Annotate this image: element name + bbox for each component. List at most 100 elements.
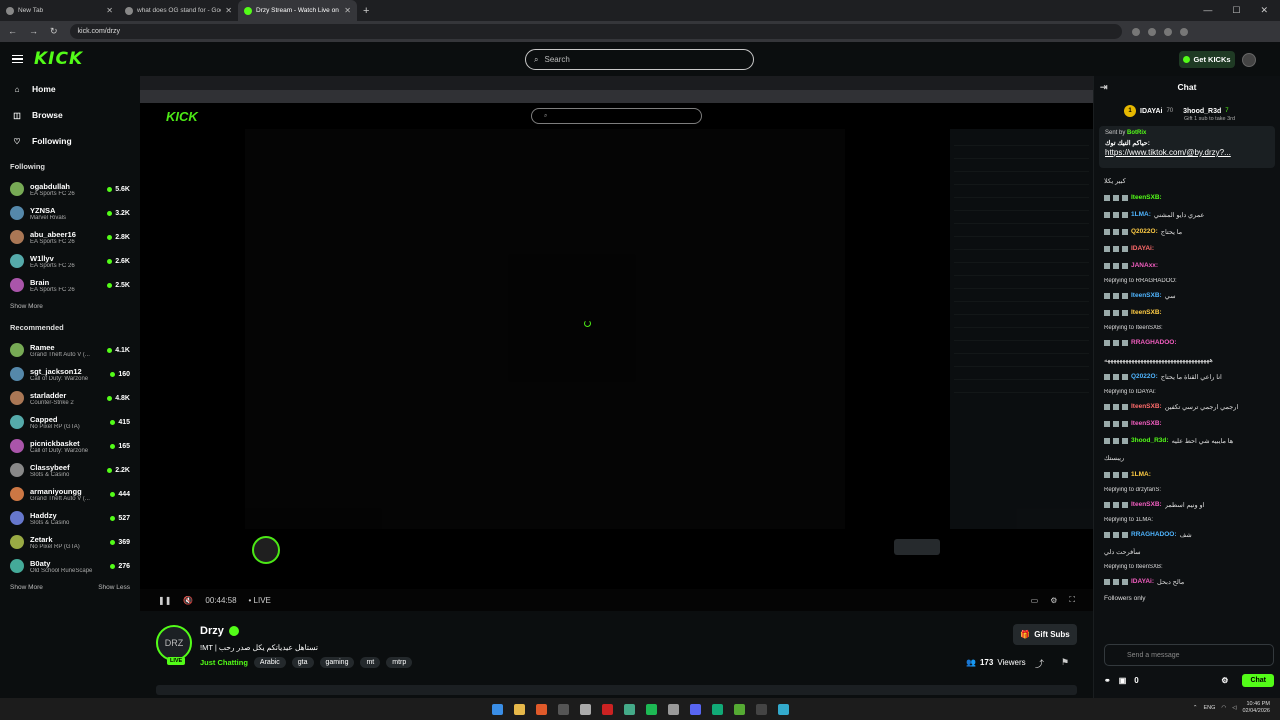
chat-message[interactable]: سأفرحت دلي (1104, 543, 1270, 560)
minimize-icon[interactable]: — (1203, 5, 1212, 16)
close-icon[interactable]: ✕ (106, 6, 113, 15)
tag[interactable]: Arabic (253, 657, 286, 668)
chat-username[interactable]: IteenSXB: (1131, 403, 1162, 410)
maximize-icon[interactable]: ☐ (1232, 5, 1240, 16)
nav-home[interactable]: ⌂ Home (0, 76, 140, 102)
show-more-recommended[interactable]: Show More (10, 584, 43, 591)
chat-username[interactable]: RRAGHADOO: (1131, 339, 1177, 346)
collapse-chat-icon[interactable]: ⇥ (1100, 82, 1108, 93)
chat-username[interactable]: RRAGHADOO: (1131, 531, 1177, 538)
chat-username[interactable]: Q2022O: (1131, 228, 1158, 235)
show-more-following[interactable]: Show More (10, 303, 43, 310)
reload-icon[interactable]: ↻ (50, 26, 58, 37)
browser-tab-3[interactable]: Drzy Stream - Watch Live on Ki ✕ (238, 0, 357, 21)
volume-icon[interactable]: ◁ (1232, 705, 1236, 711)
chat-settings-icon[interactable]: ⚙ (1221, 676, 1228, 685)
nav-following[interactable]: ♡ Following (0, 128, 140, 154)
app-icon[interactable] (557, 703, 569, 715)
chat-username[interactable]: IDAYAi: (1131, 245, 1154, 252)
language-indicator[interactable]: ENG (1204, 705, 1216, 711)
extension-icon[interactable] (1163, 27, 1172, 36)
gift-subs-button[interactable]: 🎁 Gift Subs (1013, 624, 1077, 645)
chat-message[interactable]: 1LMA: (1104, 466, 1270, 483)
wifi-icon[interactable]: ◠ (1221, 705, 1226, 711)
gifter-name[interactable]: 3hood_R3d (1183, 108, 1221, 115)
sidebar-channel[interactable]: Classybeef Slots & Casino 2.2K (0, 458, 140, 482)
kick-logo[interactable]: KICK (34, 49, 83, 69)
search-box[interactable]: ⌕ (525, 49, 754, 70)
fullscreen-icon[interactable]: ⛶ (1069, 595, 1075, 605)
show-less[interactable]: Show Less (98, 584, 130, 591)
streamer-name[interactable]: Drzy (200, 625, 239, 637)
chat-message[interactable]: IteenSXB: ارجمي ارجمي ترسي تكفين (1104, 398, 1270, 415)
app-icon[interactable] (579, 703, 591, 715)
sidebar-channel[interactable]: sgt_jackson12 Call of Duty: Warzone 160 (0, 362, 140, 386)
video-player[interactable]: KICK ⌕ (140, 76, 1093, 589)
mute-icon[interactable]: 🔇 (183, 596, 193, 605)
share-icon[interactable]: ⤴ (1035, 657, 1044, 670)
chat-input[interactable]: Send a message (1104, 644, 1274, 666)
chat-message[interactable]: IDAYAi: مالح دبحل (1104, 573, 1270, 590)
sidebar-channel[interactable]: Haddzy Slots & Casino 527 (0, 506, 140, 530)
url-field[interactable]: kick.com/drzy (69, 24, 1122, 39)
chat-message[interactable]: Q2022O: ما يحتاج (1104, 223, 1270, 240)
chat-message[interactable]: RRAGHADOO: شف (1104, 526, 1270, 543)
back-icon[interactable]: ← (8, 26, 17, 37)
gifter-name[interactable]: IDAYAi (1140, 108, 1162, 115)
extension-icon[interactable] (1131, 27, 1140, 36)
sidebar-channel[interactable]: Zetark No Pixel RP (GTA) 369 (0, 530, 140, 554)
file-explorer-icon[interactable] (513, 703, 525, 715)
report-icon[interactable]: ⚑ (1061, 657, 1069, 668)
chrome-icon[interactable] (623, 703, 635, 715)
close-window-icon[interactable]: ✕ (1260, 5, 1268, 16)
chat-reply-context[interactable]: Replying to IteenSXB: (1104, 560, 1270, 573)
spotify-icon[interactable] (645, 703, 657, 715)
sidebar-channel[interactable]: B0aty Old School RuneScape 276 (0, 554, 140, 578)
pinned-link[interactable]: https://www.tiktok.com/@by.drzy?... (1105, 148, 1269, 157)
sidebar-channel[interactable]: abu_abeer16 EA Sports FC 26 2.8K (0, 225, 140, 249)
sidebar-channel[interactable]: starladder Counter-Strike 2 4.8K (0, 386, 140, 410)
sidebar-channel[interactable]: Ramee Grand Theft Auto V (... 4.1K (0, 338, 140, 362)
chat-message[interactable]: JANAxx: (1104, 257, 1270, 274)
chat-reply-context[interactable]: Replying to IDAYAi: (1104, 385, 1270, 398)
excel-icon[interactable] (711, 703, 723, 715)
chat-username[interactable]: 1LMA: (1131, 471, 1151, 478)
nav-browse[interactable]: ◫ Browse (0, 102, 140, 128)
sidebar-channel[interactable]: YZNSA Marvel Rivals 3.2K (0, 201, 140, 225)
tag[interactable]: gaming (319, 657, 355, 668)
chat-message[interactable]: IteenSXB: سي (1104, 287, 1270, 304)
chat-username[interactable]: Q2022O: (1131, 373, 1158, 380)
browser-tab-1[interactable]: New Tab ✕ (0, 0, 119, 21)
tag[interactable]: mtrp (386, 657, 413, 668)
chat-username[interactable]: IteenSXB: (1131, 420, 1162, 427)
clock[interactable]: 10:46 PM 02/04/2026 (1242, 701, 1270, 715)
chat-reply-context[interactable]: Replying to drzyfanS: (1104, 483, 1270, 496)
chat-message[interactable]: 1LMA: عمري دايو المشني (1104, 206, 1270, 223)
search-input[interactable] (544, 55, 725, 64)
chat-message[interactable]: IteenSXB: او ونيم اسطمر (1104, 496, 1270, 513)
chat-username[interactable]: IteenSXB: (1131, 194, 1162, 201)
category-link[interactable]: Just Chatting (200, 658, 248, 667)
chat-message[interactable]: Q2022O: انا راعي القناة ما يحتاج (1104, 368, 1270, 385)
chat-message[interactable]: IDAYAi: (1104, 240, 1270, 257)
tag[interactable]: gta (291, 657, 314, 668)
minecraft-icon[interactable] (733, 703, 745, 715)
forward-icon[interactable]: → (29, 26, 38, 37)
bot-name[interactable]: BotRix (1127, 130, 1146, 136)
sidebar-channel[interactable]: armaniyoungg Grand Theft Auto V (... 444 (0, 482, 140, 506)
sidebar-channel[interactable]: Capped No Pixel RP (GTA) 415 (0, 410, 140, 434)
chat-message[interactable]: Followers only (1104, 590, 1270, 607)
menu-icon[interactable] (12, 54, 23, 64)
new-tab-icon[interactable]: + (363, 5, 369, 17)
chat-message[interactable]: كبير يكلا (1104, 172, 1270, 189)
chat-message[interactable]: IteenSXB: (1104, 189, 1270, 206)
obs-icon[interactable] (755, 703, 767, 715)
chat-username[interactable]: JANAxx: (1131, 262, 1158, 269)
chat-reply-context[interactable]: Replying to IteenSXB: (1104, 321, 1270, 334)
chat-username[interactable]: IDAYAi: (1131, 578, 1154, 585)
chat-message[interactable]: ريبستك (1104, 449, 1270, 466)
app-icon[interactable] (601, 703, 613, 715)
start-icon[interactable] (491, 703, 503, 715)
chat-username[interactable]: IteenSXB: (1131, 501, 1162, 508)
sidebar-channel[interactable]: picnickbasket Call of Duty: Warzone 165 (0, 434, 140, 458)
